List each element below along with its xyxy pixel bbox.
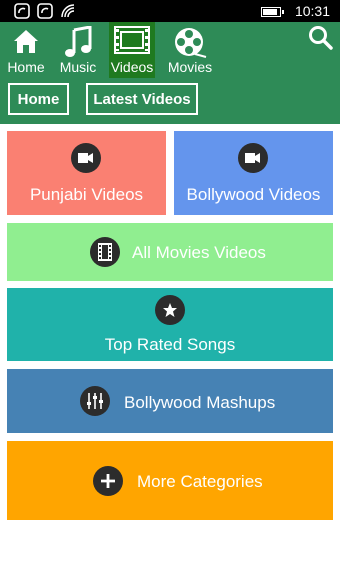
film-reel-icon <box>175 28 207 58</box>
tile-label: Top Rated Songs <box>104 335 236 354</box>
nav-label: Home <box>7 59 45 75</box>
sync-icon <box>37 3 53 19</box>
equalizer-icon <box>80 386 110 416</box>
home-icon <box>14 30 38 53</box>
video-camera-icon <box>71 143 101 173</box>
tile-label: Bollywood Mashups <box>124 393 276 412</box>
battery-icon <box>261 7 284 17</box>
tile-punjabi-videos[interactable]: Punjabi Videos <box>7 131 166 215</box>
video-camera-icon <box>238 143 268 173</box>
latest-videos-button[interactable]: Latest Videos <box>86 83 198 115</box>
tile-more-categories[interactable]: More Categories <box>7 441 333 520</box>
nav-label: Movies <box>167 59 213 75</box>
tile-all-movies-videos[interactable]: All Movies Videos <box>7 223 333 281</box>
star-icon <box>155 295 185 325</box>
app-header: Home Music Videos Movies Home Latest Vid… <box>0 22 340 124</box>
nav-item-music[interactable]: Music <box>56 22 100 78</box>
battery-level <box>263 9 278 15</box>
tile-label: More Categories <box>137 472 263 491</box>
nav-item-videos[interactable]: Videos <box>109 22 155 78</box>
music-note-icon <box>65 26 92 57</box>
home-button[interactable]: Home <box>8 83 69 115</box>
search-icon[interactable] <box>308 25 334 51</box>
tile-bollywood-mashups[interactable]: Bollywood Mashups <box>7 369 333 433</box>
status-bar: 10:31 <box>0 0 340 22</box>
tile-label: All Movies Videos <box>132 243 266 262</box>
tile-top-rated-songs[interactable]: Top Rated Songs <box>7 288 333 361</box>
plus-icon <box>93 466 123 496</box>
tile-label: Bollywood Videos <box>186 185 321 204</box>
sync-icon <box>14 3 30 19</box>
nav-item-home[interactable]: Home <box>4 22 48 78</box>
status-time: 10:31 <box>294 3 330 19</box>
wifi-icon <box>61 4 75 18</box>
nav-item-movies[interactable]: Movies <box>165 22 215 78</box>
nav-label: Music <box>59 59 97 75</box>
film-icon <box>114 26 150 54</box>
tile-bollywood-videos[interactable]: Bollywood Videos <box>174 131 333 215</box>
nav-label: Videos <box>110 59 154 75</box>
film-strip-icon <box>90 237 120 267</box>
tile-label: Punjabi Videos <box>29 185 144 204</box>
